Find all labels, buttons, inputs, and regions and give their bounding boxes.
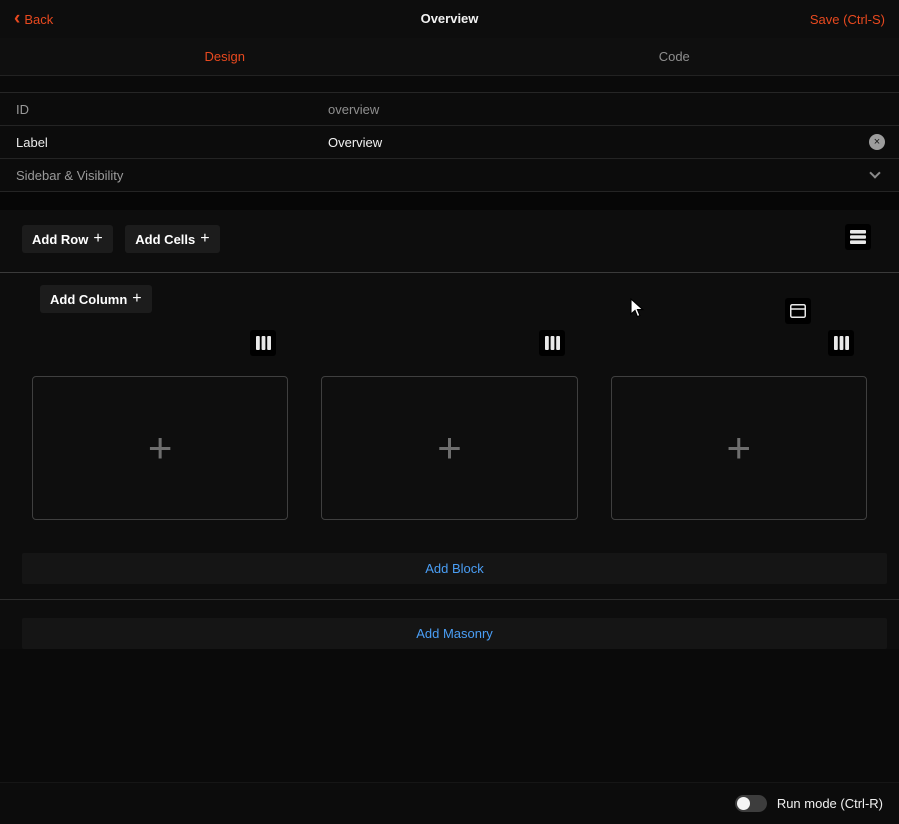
column-icons-row — [0, 330, 899, 356]
columns-icon — [256, 336, 271, 350]
column-settings-button[interactable] — [828, 330, 854, 356]
columns-icon — [545, 336, 560, 350]
app-window: ‹ Back Overview Save (Ctrl-S) Design Cod… — [0, 0, 899, 824]
sidebar-visibility-label: Sidebar & Visibility — [16, 168, 328, 183]
back-label: Back — [24, 12, 53, 27]
cells-row: + + + — [0, 376, 899, 520]
add-column-button[interactable]: Add Column + — [40, 285, 152, 313]
clear-icon[interactable]: × — [869, 134, 885, 150]
rows-icon — [850, 230, 866, 244]
column-settings-button[interactable] — [250, 330, 276, 356]
add-row-label: Add Row — [32, 232, 88, 247]
plus-icon: + — [437, 427, 462, 469]
plus-icon: + — [132, 291, 141, 307]
tab-code[interactable]: Code — [450, 38, 899, 75]
properties-form: ID overview Label × Sidebar & Visibility — [0, 92, 899, 192]
empty-cell-add-target[interactable]: + — [321, 376, 577, 520]
id-value: overview — [328, 102, 885, 117]
row-settings-button[interactable] — [845, 224, 871, 250]
column-section: Add Column + — [0, 273, 899, 600]
plus-icon: + — [727, 427, 752, 469]
plus-icon: + — [200, 231, 209, 247]
label-input[interactable] — [328, 135, 859, 150]
tab-bar: Design Code — [0, 38, 899, 76]
row-layout-icon — [790, 304, 806, 318]
add-column-row: Add Column + — [40, 285, 855, 313]
back-button[interactable]: ‹ Back — [14, 11, 53, 28]
footer-bar: Run mode (Ctrl-R) — [0, 782, 899, 824]
chevron-down-icon — [869, 167, 880, 178]
section-gap — [0, 192, 899, 210]
row-toolbar: Add Row + Add Cells + — [0, 210, 899, 273]
chevron-left-icon: ‹ — [14, 9, 20, 28]
toggle-knob — [737, 797, 750, 810]
layout-builder: Add Row + Add Cells + Add Column + — [0, 210, 899, 649]
row-layout-button[interactable] — [785, 298, 811, 324]
id-label: ID — [16, 102, 328, 117]
plus-icon: + — [148, 427, 173, 469]
add-cells-label: Add Cells — [135, 232, 195, 247]
add-block-button[interactable]: Add Block — [22, 553, 887, 584]
form-row-id: ID overview — [0, 93, 899, 126]
label-label: Label — [16, 135, 328, 150]
save-button[interactable]: Save (Ctrl-S) — [810, 12, 885, 27]
run-mode-toggle[interactable] — [735, 795, 767, 812]
plus-icon: + — [93, 231, 102, 247]
tab-design[interactable]: Design — [0, 38, 450, 75]
form-row-sidebar-visibility[interactable]: Sidebar & Visibility — [0, 159, 899, 192]
page-title: Overview — [0, 11, 899, 26]
divider — [0, 599, 899, 600]
top-bar: ‹ Back Overview Save (Ctrl-S) — [0, 0, 899, 38]
add-row-button[interactable]: Add Row + — [22, 225, 113, 253]
empty-cell-add-target[interactable]: + — [32, 376, 288, 520]
add-cells-button[interactable]: Add Cells + — [125, 225, 219, 253]
add-column-label: Add Column — [50, 292, 127, 307]
empty-cell-add-target[interactable]: + — [611, 376, 867, 520]
form-row-label: Label × — [0, 126, 899, 159]
add-masonry-button[interactable]: Add Masonry — [22, 618, 887, 649]
columns-icon — [834, 336, 849, 350]
column-settings-button[interactable] — [539, 330, 565, 356]
run-mode-label: Run mode (Ctrl-R) — [777, 796, 883, 811]
